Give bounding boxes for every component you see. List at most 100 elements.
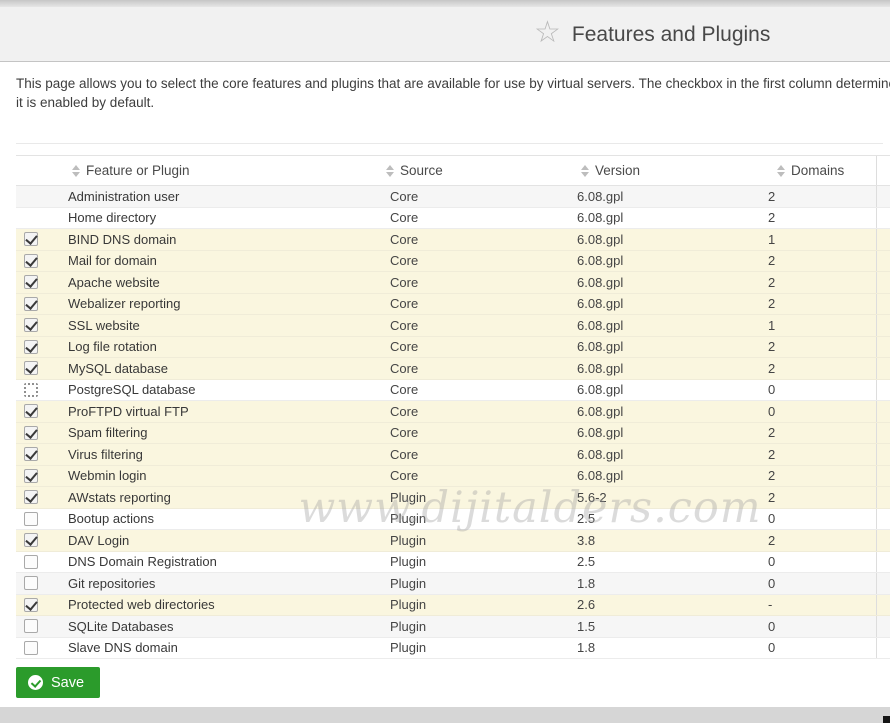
feature-checkbox[interactable] [24,361,38,375]
feature-name-cell: PostgreSQL database [60,380,380,401]
feature-checkbox[interactable] [24,383,38,397]
feature-name-cell: Protected web directories [60,595,380,616]
checkbox-cell [16,315,60,336]
table-row: SSL websiteCore6.08.gpl1 [16,315,890,337]
column-header-version[interactable]: Version [570,156,762,185]
source-cell: Plugin [380,573,570,594]
checkbox-cell [16,272,60,293]
source-cell: Core [380,444,570,465]
feature-checkbox[interactable] [24,318,38,332]
sort-icon[interactable] [72,165,80,177]
source-cell: Core [380,315,570,336]
spacer-cell [877,358,890,379]
checkbox-cell [16,186,60,207]
spacer-cell [877,294,890,315]
version-cell: 1.8 [570,638,762,659]
table-row: Slave DNS domainPlugin1.80 [16,638,890,660]
column-header-feature[interactable]: Feature or Plugin [60,156,380,185]
feature-checkbox[interactable] [24,512,38,526]
checkbox-column-header [16,156,60,185]
feature-checkbox[interactable] [24,619,38,633]
checkbox-cell [16,358,60,379]
spacer-cell [877,380,890,401]
column-header-label: Feature or Plugin [86,163,190,178]
feature-checkbox[interactable] [24,533,38,547]
table-row: ProFTPD virtual FTPCore6.08.gpl0 [16,401,890,423]
feature-checkbox[interactable] [24,254,38,268]
feature-checkbox[interactable] [24,426,38,440]
checkbox-cell [16,401,60,422]
table-row: Apache websiteCore6.08.gpl2 [16,272,890,294]
feature-checkbox[interactable] [24,404,38,418]
footer-band [0,707,890,723]
source-cell: Core [380,466,570,487]
window-top-strip [0,0,890,7]
feature-checkbox[interactable] [24,232,38,246]
source-cell: Plugin [380,638,570,659]
source-cell: Core [380,186,570,207]
star-icon: ☆ [534,18,561,48]
description-line-2: it is enabled by default. [16,94,890,113]
source-cell: Plugin [380,616,570,637]
feature-name-cell: Git repositories [60,573,380,594]
domains-cell: 1 [762,229,877,250]
feature-checkbox[interactable] [24,490,38,504]
table-row: Home directoryCore6.08.gpl2 [16,208,890,230]
domains-cell: - [762,595,877,616]
table-header-row: Feature or Plugin Source Version Domains [16,155,890,186]
spacer-cell [877,229,890,250]
feature-checkbox[interactable] [24,275,38,289]
version-cell: 6.08.gpl [570,444,762,465]
table-row: Virus filteringCore6.08.gpl2 [16,444,890,466]
divider-line [16,143,883,144]
spacer-cell [877,423,890,444]
feature-checkbox[interactable] [24,447,38,461]
version-cell: 6.08.gpl [570,315,762,336]
page-description: This page allows you to select the core … [16,75,890,112]
column-header-domains[interactable]: Domains [762,156,877,185]
sort-icon[interactable] [777,165,785,177]
sort-icon[interactable] [581,165,589,177]
feature-checkbox[interactable] [24,340,38,354]
table-row: Git repositoriesPlugin1.80 [16,573,890,595]
corner-notch [883,716,890,723]
checkbox-cell [16,229,60,250]
column-header-source[interactable]: Source [380,156,570,185]
feature-checkbox[interactable] [24,598,38,612]
feature-name-cell: Virus filtering [60,444,380,465]
version-cell: 6.08.gpl [570,294,762,315]
features-table: Feature or Plugin Source Version Domains… [16,155,890,659]
feature-name-cell: Apache website [60,272,380,293]
domains-cell: 0 [762,638,877,659]
save-button[interactable]: Save [16,667,100,698]
source-cell: Core [380,294,570,315]
save-button-label: Save [51,675,84,691]
table-row: Log file rotationCore6.08.gpl2 [16,337,890,359]
checkbox-cell [16,466,60,487]
checkbox-cell [16,487,60,508]
sort-icon[interactable] [386,165,394,177]
source-cell: Core [380,401,570,422]
feature-checkbox[interactable] [24,469,38,483]
source-cell: Core [380,272,570,293]
feature-checkbox[interactable] [24,576,38,590]
feature-name-cell: AWstats reporting [60,487,380,508]
version-cell: 6.08.gpl [570,251,762,272]
spacer-cell [877,466,890,487]
feature-checkbox[interactable] [24,297,38,311]
checkbox-cell [16,294,60,315]
source-cell: Plugin [380,595,570,616]
domains-cell: 2 [762,358,877,379]
source-cell: Plugin [380,530,570,551]
table-row: SQLite DatabasesPlugin1.50 [16,616,890,638]
source-cell: Plugin [380,509,570,530]
feature-checkbox[interactable] [24,555,38,569]
spacer-cell [877,552,890,573]
table-row: Mail for domainCore6.08.gpl2 [16,251,890,273]
spacer-cell [877,186,890,207]
domains-cell: 2 [762,208,877,229]
spacer-cell [877,509,890,530]
source-cell: Core [380,251,570,272]
feature-checkbox[interactable] [24,641,38,655]
spacer-cell [877,616,890,637]
